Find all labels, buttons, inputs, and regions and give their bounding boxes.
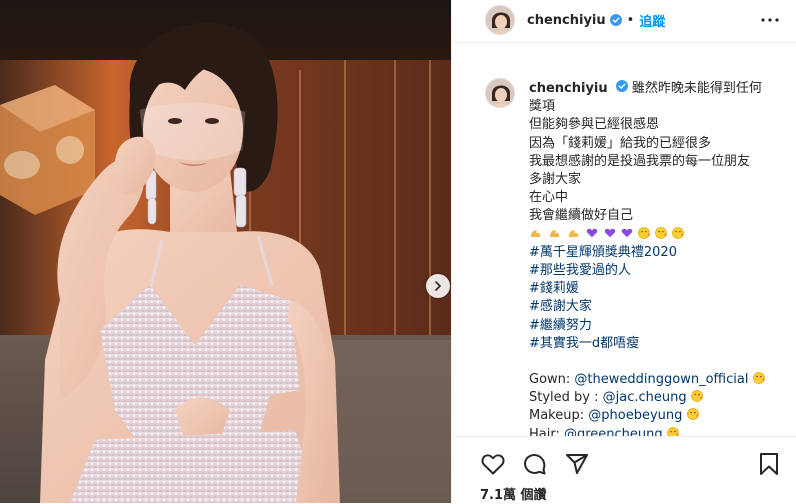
post-caption: chenchiyiu 雖然昨晚未能得到任何 獎項 但能夠參與已經很感恩 因為「錢… xyxy=(452,60,796,436)
hashtag-link[interactable]: #感謝大家 xyxy=(529,298,766,316)
mention-link[interactable]: @theweddinggown_official xyxy=(574,372,748,387)
credit-label: Hair: xyxy=(529,426,564,436)
credit-line: Hair: @greencheung xyxy=(529,426,766,436)
background-cube xyxy=(0,85,95,215)
instagram-post: chenchiyiu • 追蹤 chenchiyiu 雖然昨晚未能得到任何 獎項… xyxy=(0,0,796,503)
post-actions: 7.1萬 個讚 xyxy=(452,436,796,504)
kissing-face-icon xyxy=(655,226,667,239)
bookmark-icon[interactable] xyxy=(756,451,782,477)
caption-line: 獎項 xyxy=(529,99,556,115)
mention-link[interactable]: @jac.cheung xyxy=(603,390,687,405)
credit-label: Makeup: xyxy=(529,408,589,424)
credit-line: Styled by : @jac.cheung xyxy=(529,389,766,407)
follow-button[interactable]: 追蹤 xyxy=(639,11,665,30)
avatar-image xyxy=(486,6,514,34)
likes-count[interactable]: 7.1萬 個讚 xyxy=(480,484,547,503)
mention-link[interactable]: @phoebeyung xyxy=(588,408,682,423)
emoji-line xyxy=(529,226,766,244)
photo-illustration xyxy=(0,0,451,503)
caption-username[interactable]: chenchiyiu xyxy=(529,81,608,96)
next-image-button[interactable] xyxy=(426,274,450,298)
heart-icon[interactable] xyxy=(480,451,506,477)
flexed-biceps-icon xyxy=(569,229,579,237)
hashtag-link[interactable]: #萬千星輝頒獎典禮2020 xyxy=(529,244,766,262)
caption-line: 多謝大家 xyxy=(529,172,582,188)
purple-heart-icon xyxy=(587,228,598,237)
caption-line: 我會繼續做好自己 xyxy=(529,208,634,224)
avatar-image xyxy=(486,79,514,107)
kissing-face-icon xyxy=(686,408,699,421)
hashtag-link[interactable]: #其實我一d都唔瘦 xyxy=(529,335,766,353)
mention-link[interactable]: @greencheung xyxy=(564,427,663,436)
credit-label: Gown: xyxy=(529,372,575,388)
caption-text: chenchiyiu 雖然昨晚未能得到任何 獎項 但能夠參與已經很感恩 因為「錢… xyxy=(529,80,766,436)
credit-line: Gown: @theweddinggown_official xyxy=(529,371,766,389)
hashtag-link[interactable]: #那些我愛過的人 xyxy=(529,262,766,280)
hashtag-link[interactable]: #錢莉媛 xyxy=(529,280,766,298)
comment-icon[interactable] xyxy=(522,451,548,477)
kissing-face-icon xyxy=(690,390,703,403)
more-options-icon[interactable] xyxy=(758,8,782,32)
flexed-biceps-icon xyxy=(531,229,541,237)
kissing-face-icon xyxy=(752,372,765,384)
caption-avatar[interactable] xyxy=(485,78,515,108)
hashtag-link[interactable]: #繼續努力 xyxy=(529,317,766,335)
post-photo[interactable] xyxy=(0,0,451,503)
caption-line: 在心中 xyxy=(529,190,569,206)
share-icon[interactable] xyxy=(564,451,590,477)
flexed-biceps-icon xyxy=(550,229,560,237)
purple-heart-icon xyxy=(604,228,615,237)
caption-line: 雖然昨晚未能得到任何 xyxy=(631,81,762,96)
profile-avatar[interactable] xyxy=(485,5,515,35)
purple-heart-icon xyxy=(621,228,632,237)
kissing-face-icon xyxy=(672,226,685,239)
caption-line: 但能夠參與已經很感恩 xyxy=(529,117,660,133)
caption-line: 我最想感謝的是投過我票的每一位朋友 xyxy=(529,153,751,169)
verified-badge-icon xyxy=(609,14,622,26)
header-username[interactable]: chenchiyiu xyxy=(527,13,606,28)
verified-badge-icon xyxy=(615,80,628,92)
kissing-face-icon xyxy=(666,426,679,436)
kissing-face-icon xyxy=(637,226,650,239)
chevron-right-icon xyxy=(435,281,441,291)
header-separator: • xyxy=(626,12,635,28)
post-header: chenchiyiu • 追蹤 xyxy=(452,0,796,43)
caption-line: 因為「錢莉媛」給我的已經很多 xyxy=(529,135,712,151)
post-side-panel: chenchiyiu • 追蹤 chenchiyiu 雖然昨晚未能得到任何 獎項… xyxy=(451,0,796,503)
credit-label: Styled by : xyxy=(529,390,603,406)
credit-line: Makeup: @phoebeyung xyxy=(529,407,766,425)
